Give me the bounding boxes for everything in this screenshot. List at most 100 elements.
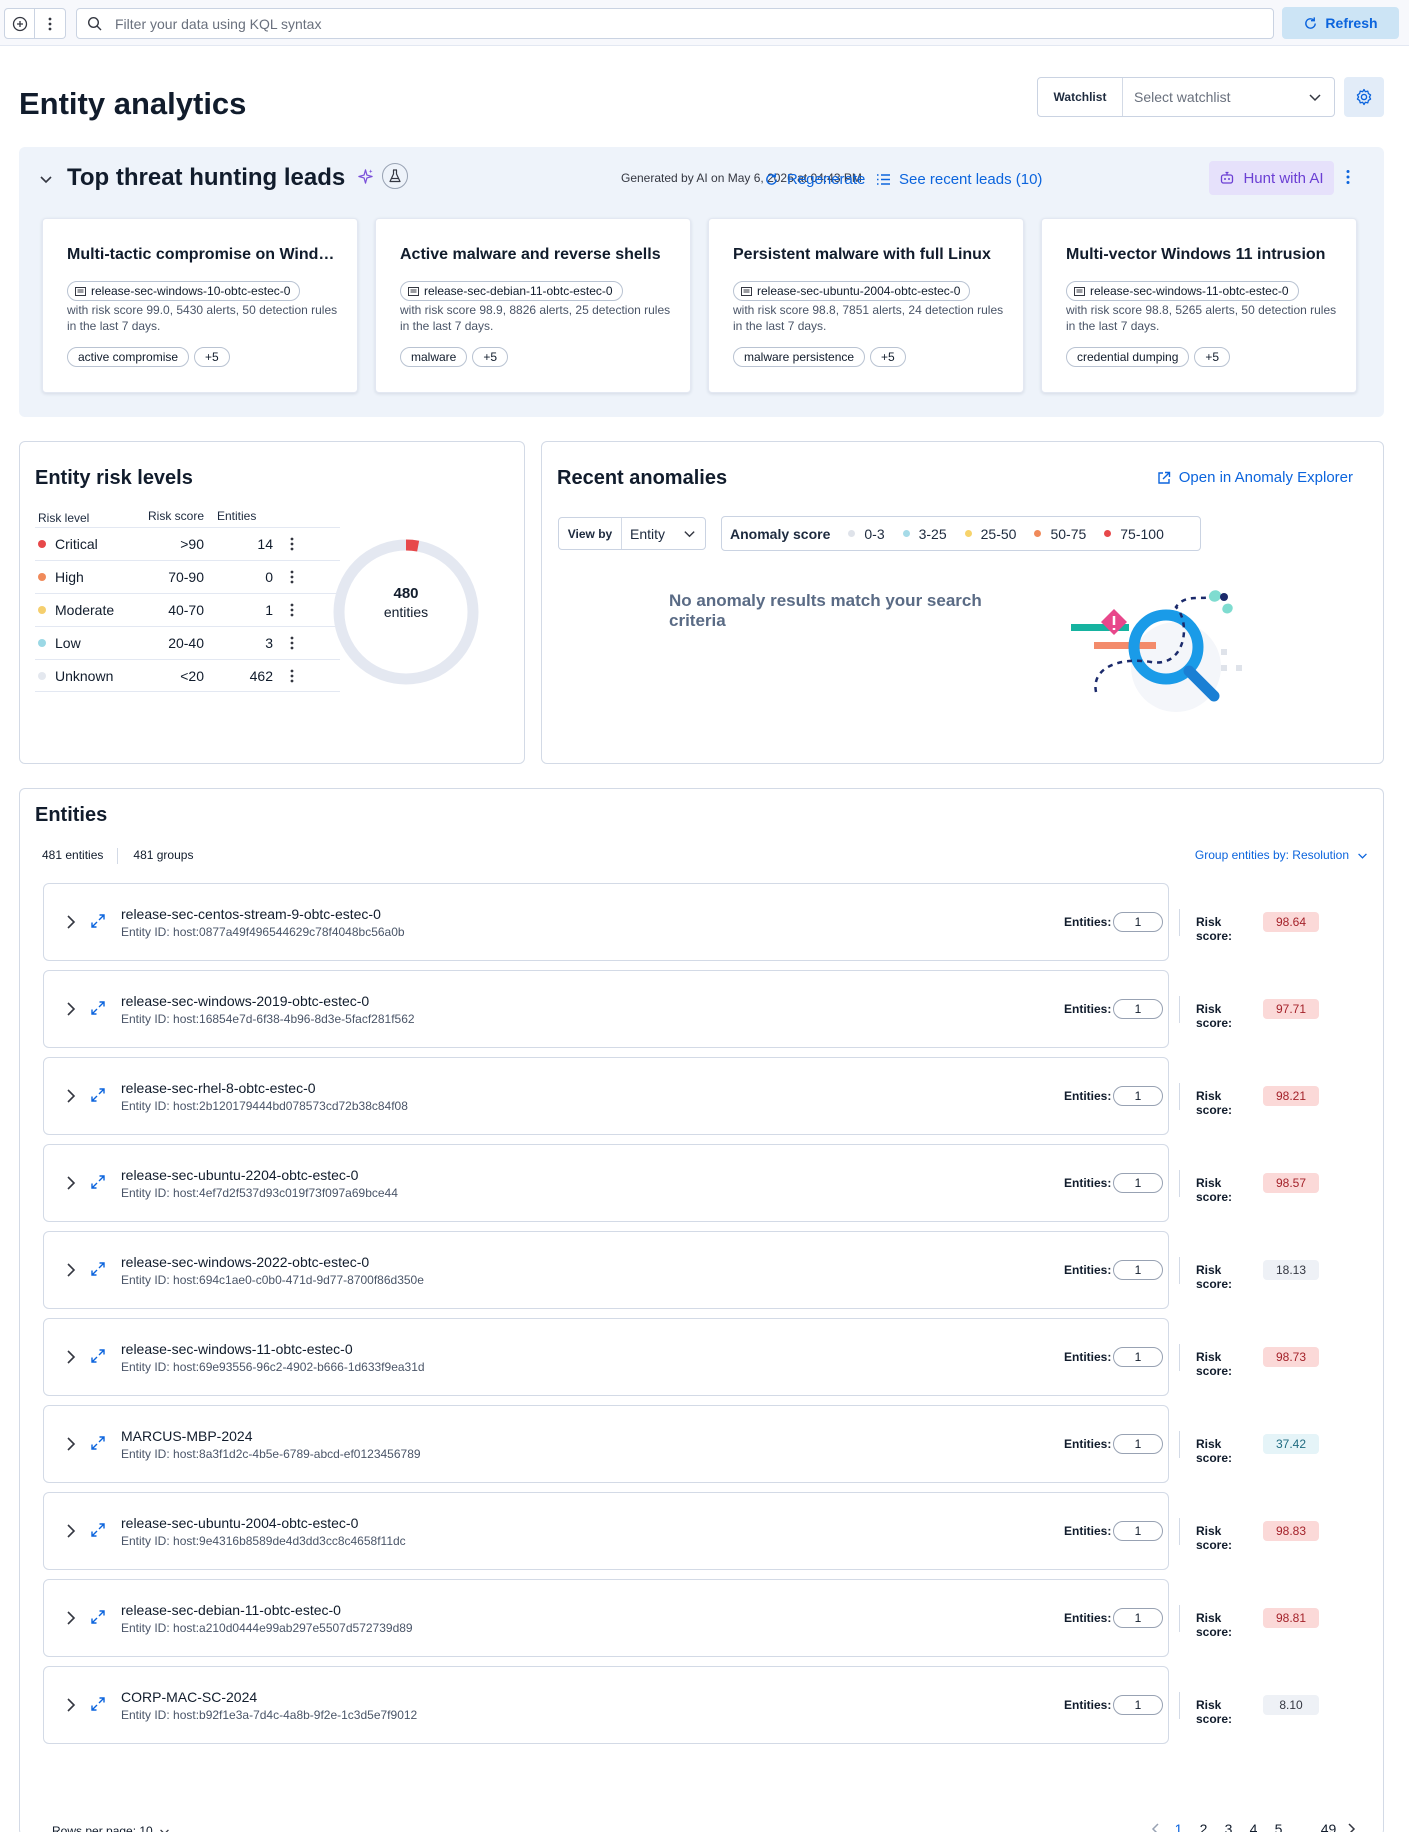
expand-icon[interactable] bbox=[90, 1261, 106, 1277]
page-button-4[interactable]: 4 bbox=[1241, 1821, 1266, 1832]
expand-icon[interactable] bbox=[90, 1609, 106, 1625]
risk-entity-count: 3 bbox=[265, 635, 273, 651]
host-badge[interactable]: release-sec-ubuntu-2004-obtc-estec-0 bbox=[733, 281, 971, 301]
expand-icon[interactable] bbox=[90, 1522, 106, 1538]
page-button-2[interactable]: 2 bbox=[1191, 1821, 1216, 1832]
tag-badge[interactable]: active compromise bbox=[67, 347, 190, 367]
entity-id: Entity ID: host:69e93556-96c2-4902-b666-… bbox=[121, 1360, 425, 1374]
tag-badge[interactable]: malware bbox=[400, 347, 468, 367]
lead-card[interactable]: Multi-vector Windows 11 intrusion releas… bbox=[1041, 218, 1357, 393]
kql-search-input[interactable] bbox=[115, 9, 1255, 38]
tag-badge[interactable]: credential dumping bbox=[1066, 347, 1190, 367]
chevron-right-icon[interactable] bbox=[64, 1088, 78, 1104]
see-recent-leads-button[interactable]: See recent leads (10) bbox=[876, 165, 1042, 193]
entity-name[interactable]: release-sec-windows-2019-obtc-estec-0 bbox=[121, 993, 369, 1009]
risk-score-label: Risk score: bbox=[1196, 1176, 1233, 1204]
kebab-icon[interactable] bbox=[290, 636, 294, 650]
entity-group-row[interactable]: CORP-MAC-SC-2024 Entity ID: host:b92f1e3a… bbox=[43, 1666, 1319, 1744]
add-filter-button[interactable] bbox=[4, 8, 35, 39]
lead-card[interactable]: Active malware and reverse shells releas… bbox=[375, 218, 691, 393]
expand-icon[interactable] bbox=[90, 1000, 106, 1016]
entity-name[interactable]: release-sec-ubuntu-2004-obtc-estec-0 bbox=[121, 1515, 358, 1531]
entity-group-row[interactable]: release-sec-rhel-8-obtc-estec-0 Entity ID… bbox=[43, 1057, 1319, 1135]
entity-group-row[interactable]: release-sec-ubuntu-2204-obtc-estec-0 Enti… bbox=[43, 1144, 1319, 1222]
expand-icon[interactable] bbox=[90, 1348, 106, 1364]
hunt-with-ai-button[interactable]: Hunt with AI bbox=[1209, 161, 1334, 195]
kebab-icon[interactable] bbox=[290, 537, 294, 551]
expand-icon[interactable] bbox=[90, 913, 106, 929]
expand-icon[interactable] bbox=[90, 1435, 106, 1451]
page-button-3[interactable]: 3 bbox=[1216, 1821, 1241, 1832]
expand-icon[interactable] bbox=[90, 1087, 106, 1103]
entity-name[interactable]: release-sec-windows-2022-obtc-estec-0 bbox=[121, 1254, 369, 1270]
chevron-right-icon[interactable] bbox=[64, 1436, 78, 1452]
entity-id: Entity ID: host:2b120179444bd078573cd72b… bbox=[121, 1099, 408, 1113]
entity-group-row[interactable]: release-sec-windows-2019-obtc-estec-0 Ent… bbox=[43, 970, 1319, 1048]
chevron-right-icon[interactable] bbox=[64, 1697, 78, 1713]
legend-item: 3-25 bbox=[902, 526, 947, 542]
host-badge[interactable]: release-sec-windows-11-obtc-estec-0 bbox=[1066, 281, 1299, 301]
entity-name[interactable]: release-sec-rhel-8-obtc-estec-0 bbox=[121, 1080, 316, 1096]
lead-card[interactable]: Multi-tactic compromise on Windows 10 re… bbox=[42, 218, 358, 393]
kebab-icon[interactable] bbox=[1346, 169, 1350, 185]
risk-dot bbox=[38, 573, 46, 581]
entity-id: Entity ID: host:8a3f1d2c-4b5e-6789-abcd-… bbox=[121, 1447, 421, 1461]
chevron-right-icon[interactable] bbox=[64, 914, 78, 930]
entities-title: Entities bbox=[35, 804, 108, 826]
entity-group-row[interactable]: release-sec-ubuntu-2004-obtc-estec-0 Enti… bbox=[43, 1492, 1319, 1570]
entity-group-row[interactable]: release-sec-centos-stream-9-obtc-estec-0… bbox=[43, 883, 1319, 961]
host-badge[interactable]: release-sec-debian-11-obtc-estec-0 bbox=[400, 281, 623, 301]
more-tags-badge[interactable]: +5 bbox=[870, 347, 906, 367]
watchlist-select[interactable]: Watchlist Select watchlist bbox=[1037, 77, 1335, 117]
risk-score-badge: 18.13 bbox=[1263, 1260, 1319, 1280]
legend-label: 0-3 bbox=[864, 525, 885, 542]
refresh-icon bbox=[766, 172, 777, 185]
chevron-right-icon[interactable] bbox=[64, 1349, 78, 1365]
chevron-right-icon[interactable] bbox=[64, 1610, 78, 1626]
kebab-icon[interactable] bbox=[290, 603, 294, 617]
entity-name[interactable]: release-sec-ubuntu-2204-obtc-estec-0 bbox=[121, 1167, 358, 1183]
lead-card[interactable]: Persistent malware with full Linux relea… bbox=[708, 218, 1024, 393]
chevron-left-icon[interactable] bbox=[1146, 1822, 1166, 1832]
settings-button[interactable] bbox=[1344, 77, 1384, 117]
expand-icon[interactable] bbox=[90, 1174, 106, 1190]
entity-name[interactable]: release-sec-centos-stream-9-obtc-estec-0 bbox=[121, 906, 381, 922]
chevron-right-icon[interactable] bbox=[64, 1262, 78, 1278]
risk-score-range: 70-90 bbox=[168, 569, 204, 585]
group-by-select[interactable]: Group entities by: Resolution bbox=[1195, 848, 1368, 862]
page-button-last[interactable]: 49 bbox=[1316, 1821, 1341, 1832]
entity-name[interactable]: MARCUS-MBP-2024 bbox=[121, 1428, 252, 1444]
expand-icon[interactable] bbox=[90, 1696, 106, 1712]
more-tags-badge[interactable]: +5 bbox=[1194, 347, 1231, 367]
more-tags-badge[interactable]: +5 bbox=[194, 347, 230, 367]
entity-name[interactable]: release-sec-debian-11-obtc-estec-0 bbox=[121, 1602, 341, 1618]
more-tags-badge[interactable]: +5 bbox=[472, 347, 509, 367]
sparkle-icon bbox=[358, 169, 373, 184]
regenerate-button[interactable]: Regenerate bbox=[764, 165, 865, 193]
kebab-icon[interactable] bbox=[290, 669, 294, 683]
entity-group-row[interactable]: release-sec-debian-11-obtc-estec-0 Entity… bbox=[43, 1579, 1319, 1657]
chevron-right-icon[interactable] bbox=[64, 1523, 78, 1539]
open-anomaly-explorer-link[interactable]: Open in Anomaly Explorer bbox=[1157, 469, 1353, 486]
kebab-icon[interactable] bbox=[290, 570, 294, 584]
collapse-chevron-icon[interactable] bbox=[38, 171, 54, 187]
entities-count-badge: 1 bbox=[1113, 1260, 1163, 1280]
query-menu-button[interactable] bbox=[35, 8, 66, 39]
legend-dot bbox=[1034, 530, 1042, 537]
page-button-1[interactable]: 1 bbox=[1166, 1821, 1191, 1832]
view-by-select[interactable]: View by Entity bbox=[558, 517, 706, 550]
entity-group-row[interactable]: release-sec-windows-11-obtc-estec-0 Entit… bbox=[43, 1318, 1319, 1396]
page-button-5[interactable]: 5 bbox=[1266, 1821, 1291, 1832]
chevron-right-icon[interactable] bbox=[64, 1175, 78, 1191]
chevron-right-icon[interactable] bbox=[64, 1001, 78, 1017]
entity-group-row[interactable]: release-sec-windows-2022-obtc-estec-0 Ent… bbox=[43, 1231, 1319, 1309]
entity-name[interactable]: CORP-MAC-SC-2024 bbox=[121, 1689, 257, 1705]
rows-per-page-select[interactable]: Rows per page: 10 bbox=[52, 1824, 170, 1832]
chevron-right-icon[interactable] bbox=[1341, 1822, 1361, 1832]
entity-group-row[interactable]: MARCUS-MBP-2024 Entity ID: host:8a3f1d2c-… bbox=[43, 1405, 1319, 1483]
entity-name[interactable]: release-sec-windows-11-obtc-estec-0 bbox=[121, 1341, 353, 1357]
tag-badge[interactable]: malware persistence bbox=[733, 347, 866, 367]
host-badge[interactable]: release-sec-windows-10-obtc-estec-0 bbox=[67, 281, 301, 301]
refresh-button[interactable]: Refresh bbox=[1282, 7, 1399, 39]
kql-search-field[interactable] bbox=[76, 8, 1274, 39]
